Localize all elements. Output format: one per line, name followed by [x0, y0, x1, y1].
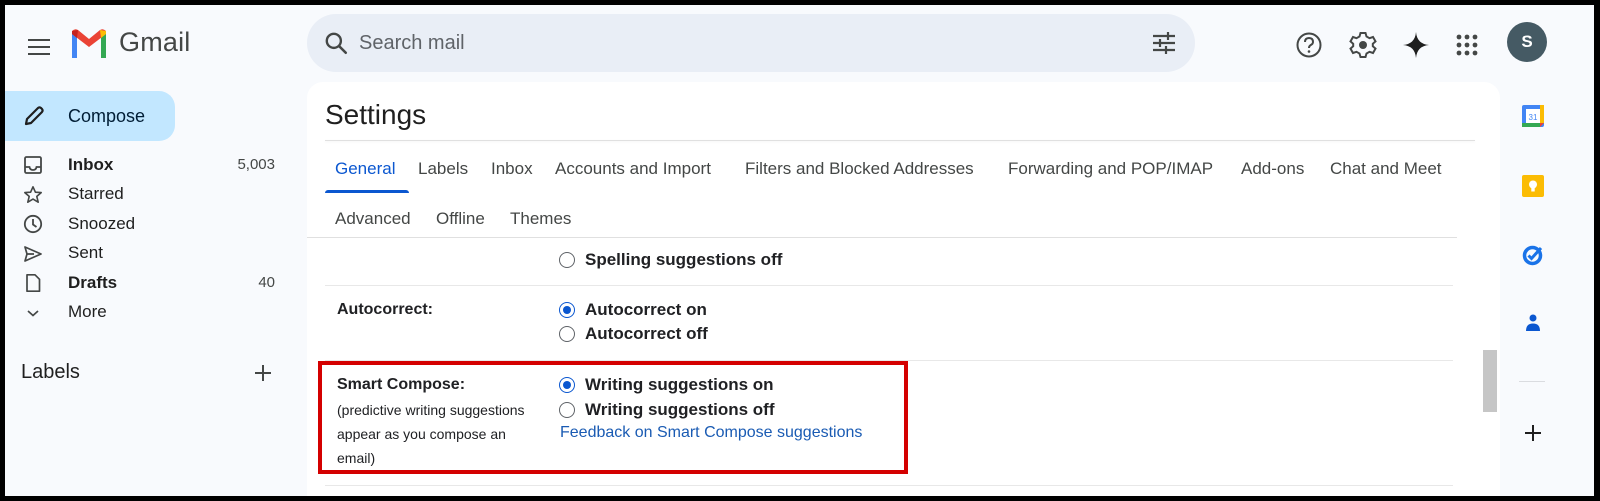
option-label: Writing suggestions on — [585, 375, 774, 394]
tab-accounts-and-import[interactable]: Accounts and Import — [555, 159, 711, 179]
tab-filters-and-blocked-addresses[interactable]: Filters and Blocked Addresses — [745, 159, 974, 179]
option-label: Spelling suggestions off — [585, 250, 783, 269]
draft-icon — [23, 273, 43, 293]
option-label: Writing suggestions off — [585, 400, 775, 419]
row-divider — [325, 485, 1453, 486]
sidebar-item-starred[interactable]: Starred — [5, 180, 295, 210]
compose-button[interactable]: Compose — [5, 91, 175, 141]
tab-add-ons[interactable]: Add-ons — [1241, 159, 1304, 179]
google-apps-button[interactable] — [1447, 25, 1487, 65]
radio-autocorrect-on[interactable] — [559, 302, 575, 318]
gmail-logo-icon — [72, 28, 106, 58]
title-divider — [325, 140, 1475, 141]
settings-panel: Settings General Labels Inbox Accounts a… — [307, 82, 1500, 496]
settings-scrollbar-thumb[interactable] — [1483, 350, 1497, 412]
spelling-off-option[interactable]: Spelling suggestions off — [559, 250, 782, 270]
add-label-icon[interactable] — [251, 361, 275, 385]
sidebar-item-more[interactable]: More — [5, 298, 295, 328]
star-icon — [23, 185, 43, 205]
sidebar-nav: Inbox 5,003 Starred Snoozed Sent Drafts … — [5, 150, 295, 327]
smart-compose-feedback-link[interactable]: Feedback on Smart Compose suggestions — [560, 424, 862, 442]
tab-inbox[interactable]: Inbox — [491, 159, 533, 179]
inbox-icon — [23, 155, 43, 175]
row-divider — [325, 285, 1453, 286]
sidebar-item-label: Sent — [68, 243, 103, 263]
google-calendar-icon: 31 — [1522, 105, 1544, 127]
tab-themes[interactable]: Themes — [510, 209, 571, 229]
unread-count: 5,003 — [237, 156, 275, 174]
smart-compose-label: Smart Compose: — [337, 376, 466, 393]
help-button[interactable] — [1289, 25, 1329, 65]
gemini-sparkle-icon — [1403, 32, 1429, 58]
tab-advanced[interactable]: Advanced — [335, 209, 411, 229]
autocorrect-off-option[interactable]: Autocorrect off — [559, 324, 708, 344]
hamburger-menu-icon — [28, 39, 50, 41]
radio-writing-suggestions-on[interactable] — [559, 377, 575, 393]
clock-icon — [23, 214, 43, 234]
tabs-divider — [307, 237, 1457, 238]
sidebar-item-label: Snoozed — [68, 213, 136, 233]
tab-general[interactable]: General — [335, 159, 395, 179]
google-tasks-icon — [1522, 245, 1543, 266]
page-title: Settings — [325, 99, 427, 130]
writing-suggestions-on-option[interactable]: Writing suggestions on — [559, 375, 774, 395]
google-keep-icon — [1522, 175, 1544, 197]
google-contacts-button[interactable] — [1518, 308, 1548, 338]
search-icon[interactable] — [323, 30, 349, 56]
tab-forwarding-pop-imap[interactable]: Forwarding and POP/IMAP — [1008, 159, 1213, 179]
compose-label: Compose — [68, 106, 146, 126]
sidebar-item-drafts[interactable]: Drafts 40 — [5, 268, 295, 298]
svg-text:31: 31 — [1529, 113, 1538, 122]
smart-compose-description: (predictive writing suggestions appear a… — [337, 402, 525, 466]
option-label: Autocorrect on — [585, 300, 707, 319]
row-divider — [325, 360, 1453, 361]
tab-chat-and-meet[interactable]: Chat and Meet — [1330, 159, 1442, 179]
add-addon-icon — [1525, 425, 1541, 441]
google-tasks-button[interactable] — [1518, 240, 1548, 270]
gmail-logo[interactable]: Gmail — [69, 27, 191, 58]
settings-gear-icon — [1349, 32, 1377, 58]
google-keep-button[interactable] — [1518, 171, 1548, 201]
sidebar-item-label: Drafts — [68, 272, 118, 292]
radio-autocorrect-off[interactable] — [559, 326, 575, 342]
autocorrect-on-option[interactable]: Autocorrect on — [559, 300, 707, 320]
account-avatar[interactable]: S — [1507, 22, 1547, 62]
draft-count: 40 — [258, 274, 275, 292]
gmail-window: Gmail Search mail S Compose Inbox 5,003 … — [5, 5, 1594, 496]
get-addons-button[interactable] — [1518, 418, 1548, 448]
side-panel-divider — [1519, 381, 1545, 382]
google-calendar-button[interactable]: 31 — [1518, 101, 1548, 131]
labels-heading: Labels — [21, 361, 80, 383]
sidebar-item-label: More — [68, 302, 107, 322]
search-input[interactable] — [359, 26, 1119, 60]
writing-suggestions-off-option[interactable]: Writing suggestions off — [559, 400, 775, 420]
google-contacts-icon — [1526, 314, 1540, 331]
chevron-down-icon — [23, 303, 43, 323]
tab-labels[interactable]: Labels — [418, 159, 468, 179]
google-apps-icon — [1456, 34, 1478, 56]
settings-button[interactable] — [1343, 25, 1383, 65]
sidebar-item-inbox[interactable]: Inbox 5,003 — [5, 150, 295, 180]
main-menu-button[interactable] — [19, 27, 59, 67]
search-options-icon[interactable] — [1151, 31, 1177, 55]
app-name: Gmail — [119, 27, 191, 57]
radio-writing-suggestions-off[interactable] — [559, 402, 575, 418]
sidebar-item-label: Starred — [68, 184, 124, 204]
radio-spelling-off[interactable] — [559, 252, 575, 268]
active-tab-indicator — [325, 190, 409, 193]
send-icon — [23, 244, 43, 264]
sidebar-item-snoozed[interactable]: Snoozed — [5, 209, 295, 239]
sidebar-item-label: Inbox — [68, 154, 114, 174]
autocorrect-label: Autocorrect: — [337, 301, 434, 318]
help-icon — [1296, 32, 1322, 58]
search-bar — [307, 14, 1195, 72]
sidebar-item-sent[interactable]: Sent — [5, 239, 295, 269]
pencil-icon — [24, 106, 44, 126]
option-label: Autocorrect off — [585, 324, 708, 343]
gemini-button[interactable] — [1396, 25, 1436, 65]
tab-offline[interactable]: Offline — [436, 209, 485, 229]
